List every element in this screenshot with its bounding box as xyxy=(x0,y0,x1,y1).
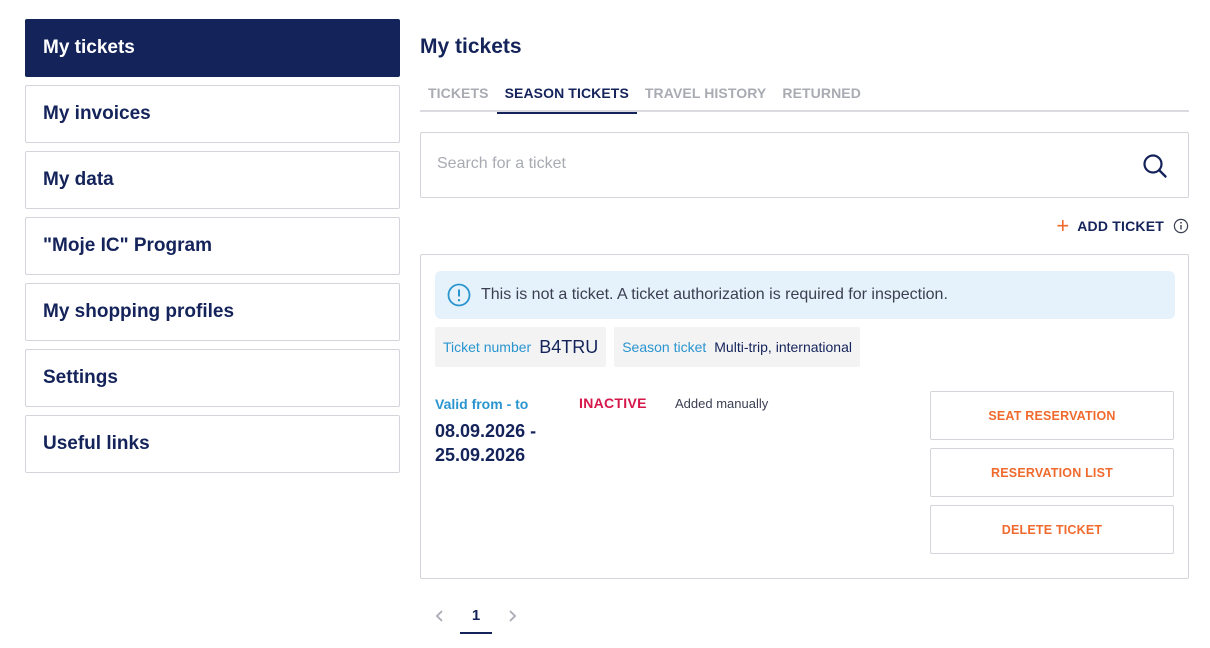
valid-dates: 08.09.2026 - 25.09.2026 xyxy=(435,421,537,465)
added-manually-text: Added manually xyxy=(675,396,769,411)
search-box xyxy=(420,132,1189,198)
status-badge: INACTIVE xyxy=(579,395,647,411)
add-ticket-row: + ADD TICKET xyxy=(1056,215,1189,237)
tab-returned[interactable]: RETURNED xyxy=(774,80,869,112)
tab-tickets[interactable]: TICKETS xyxy=(420,80,497,112)
delete-ticket-button[interactable]: DELETE TICKET xyxy=(930,505,1174,554)
info-circle-icon xyxy=(447,283,471,307)
chevron-right-icon[interactable] xyxy=(492,598,532,634)
seat-reservation-button[interactable]: SEAT RESERVATION xyxy=(930,391,1174,440)
sidebar-item-useful-links[interactable]: Useful links xyxy=(25,415,400,473)
sidebar-item-my-shopping-profiles[interactable]: My shopping profiles xyxy=(25,283,400,341)
sidebar-item-settings[interactable]: Settings xyxy=(25,349,400,407)
season-ticket-label: Season ticket xyxy=(622,339,707,355)
sidebar-item-my-data[interactable]: My data xyxy=(25,151,400,209)
add-ticket-button[interactable]: ADD TICKET xyxy=(1077,218,1164,234)
season-ticket-value: Multi-trip, international xyxy=(714,339,852,355)
ticket-chips: Ticket number B4TRU Season ticket Multi-… xyxy=(435,327,868,367)
sidebar-item-moje-ic-program[interactable]: "Moje IC" Program xyxy=(25,217,400,275)
reservation-list-button[interactable]: RESERVATION LIST xyxy=(930,448,1174,497)
sidebar-item-my-tickets[interactable]: My tickets xyxy=(25,19,400,77)
ticket-number-chip: Ticket number B4TRU xyxy=(435,327,607,367)
sidebar-item-my-invoices[interactable]: My invoices xyxy=(25,85,400,143)
search-input[interactable] xyxy=(421,133,1101,195)
tab-travel-history[interactable]: TRAVEL HISTORY xyxy=(637,80,774,112)
info-notice: This is not a ticket. A ticket authoriza… xyxy=(435,271,1175,319)
page-number[interactable]: 1 xyxy=(460,598,492,634)
season-ticket-chip: Season ticket Multi-trip, international xyxy=(614,327,860,367)
ticket-number-label: Ticket number xyxy=(443,339,532,355)
ticket-number-value: B4TRU xyxy=(539,336,599,357)
valid-label: Valid from - to xyxy=(435,396,529,412)
sidebar: My tickets My invoices My data "Moje IC"… xyxy=(25,19,400,481)
tabs-bar: TICKETS SEASON TICKETS TRAVEL HISTORY RE… xyxy=(420,80,1189,114)
tab-season-tickets[interactable]: SEASON TICKETS xyxy=(496,80,637,114)
pagination: 1 xyxy=(420,596,532,636)
page-title: My tickets xyxy=(420,35,522,58)
search-icon[interactable] xyxy=(1142,153,1168,179)
plus-icon[interactable]: + xyxy=(1056,215,1069,237)
chevron-left-icon[interactable] xyxy=(420,598,460,634)
info-icon[interactable] xyxy=(1173,218,1189,234)
notice-text: This is not a ticket. A ticket authoriza… xyxy=(481,286,948,303)
ticket-card: This is not a ticket. A ticket authoriza… xyxy=(420,254,1189,579)
